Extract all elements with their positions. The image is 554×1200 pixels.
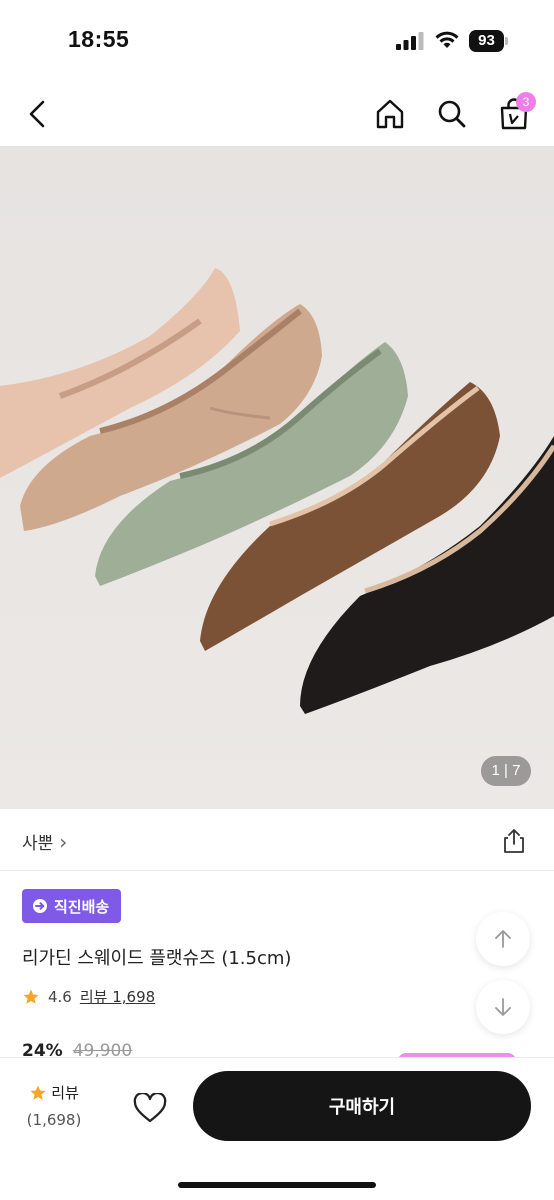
- rating-row: 4.6 리뷰 1,698: [22, 986, 155, 1007]
- search-icon: [438, 100, 466, 128]
- scroll-top-button[interactable]: [476, 912, 530, 966]
- arrow-up-icon: [495, 930, 511, 948]
- star-icon: [23, 989, 39, 1004]
- brand-row: 사뿐 ›: [0, 809, 554, 871]
- review-link[interactable]: 리뷰 1,698: [80, 986, 155, 1007]
- badge-label: 직진배송: [54, 897, 110, 916]
- review-summary-button[interactable]: 리뷰 (1,698): [22, 1082, 86, 1129]
- brand-link[interactable]: 사뿐 ›: [22, 829, 68, 855]
- shoes-photo: [0, 146, 554, 809]
- bottom-action-bar: 리뷰 (1,698) 구매하기: [0, 1057, 554, 1200]
- review-label: 리뷰: [51, 1084, 79, 1102]
- gallery-page-indicator: 1 | 7: [481, 756, 531, 786]
- heart-icon: [133, 1093, 167, 1123]
- back-button[interactable]: [18, 94, 58, 134]
- status-bar: 18:55 93: [0, 0, 554, 80]
- rating-value: 4.6: [48, 987, 72, 1006]
- chevron-right-icon: ›: [59, 829, 68, 854]
- product-title: 리가딘 스웨이드 플랫슈즈 (1.5cm): [22, 948, 292, 969]
- wishlist-button[interactable]: [130, 1088, 170, 1128]
- wifi-icon: [435, 31, 459, 48]
- cart-count-badge: 3: [516, 92, 536, 112]
- star-icon: [30, 1085, 46, 1100]
- signal-icon: [396, 32, 424, 50]
- review-count: (1,698): [26, 1111, 82, 1129]
- share-icon[interactable]: [500, 827, 528, 855]
- brand-name: 사뿐: [22, 834, 54, 854]
- delivery-icon: [33, 899, 47, 913]
- home-icon: [376, 99, 404, 129]
- home-button[interactable]: [370, 94, 410, 134]
- search-button[interactable]: [432, 94, 472, 134]
- direct-delivery-badge: 직진배송: [22, 889, 122, 923]
- home-indicator: [178, 1182, 376, 1188]
- battery-icon: 93: [469, 30, 509, 52]
- back-icon: [29, 100, 45, 128]
- battery-level: 93: [469, 30, 504, 52]
- status-time: 18:55: [68, 26, 130, 52]
- top-nav: [0, 80, 554, 146]
- scroll-bottom-button[interactable]: [476, 980, 530, 1034]
- product-image[interactable]: [0, 146, 554, 809]
- buy-button[interactable]: 구매하기: [193, 1071, 531, 1141]
- arrow-down-icon: [495, 998, 511, 1016]
